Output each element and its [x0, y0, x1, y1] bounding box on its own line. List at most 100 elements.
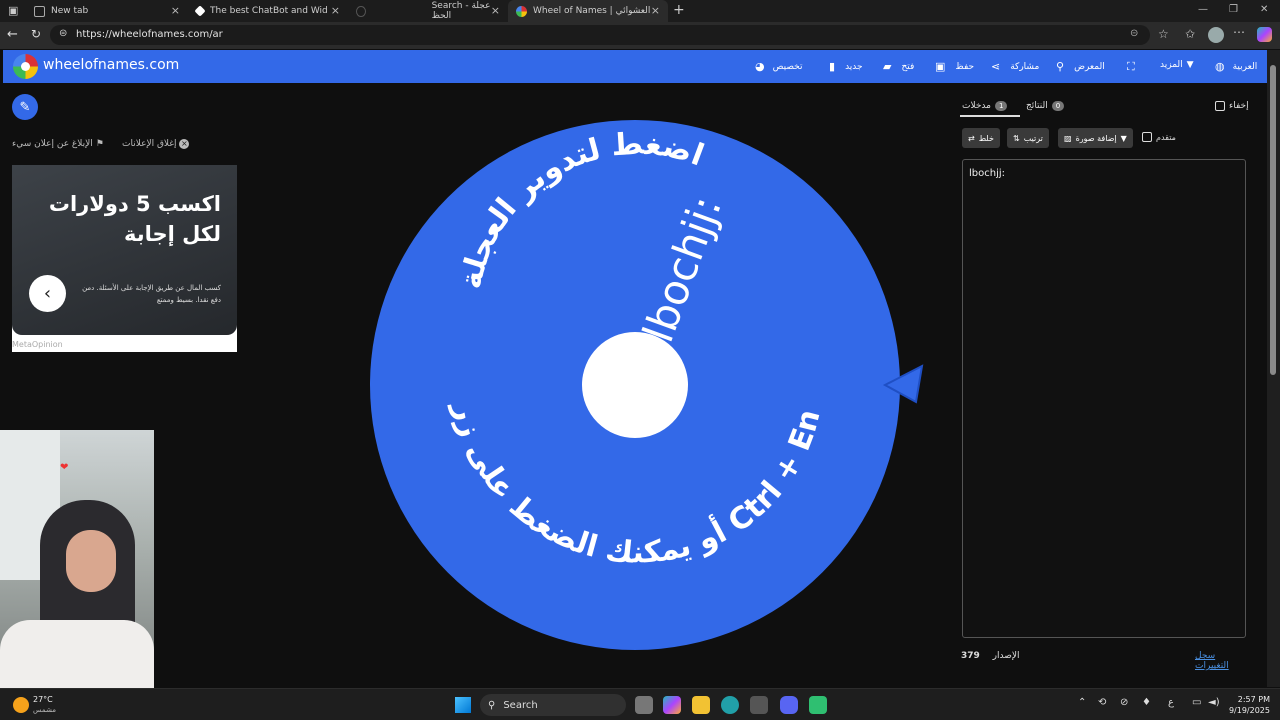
tab-chatbot[interactable]: The best ChatBot and Widgets fo × — [188, 0, 348, 22]
close-icon[interactable]: × — [651, 4, 660, 17]
ad-title: اكسب 5 دولارات لكل إجابة — [48, 192, 221, 246]
tray-sync-icon[interactable]: ⟲ — [1098, 697, 1106, 708]
site-info-icon[interactable]: ⊜ — [59, 28, 67, 39]
caret-down-icon: ▼ — [1186, 60, 1194, 70]
minimize-icon[interactable]: — — [1198, 4, 1208, 15]
new-button[interactable]: ▮ جديد — [829, 60, 863, 73]
person-face — [66, 530, 116, 592]
version-info: 379 الإصدار — [961, 651, 1020, 661]
restore-icon[interactable]: ❐ — [1229, 4, 1238, 15]
more-menu-button[interactable]: المزيد ▼ — [1160, 60, 1194, 70]
weather-temp[interactable]: 27°C — [33, 695, 53, 704]
scrollbar-thumb[interactable] — [1270, 65, 1276, 375]
new-tab-button[interactable]: + — [673, 2, 685, 18]
start-windows-icon[interactable] — [455, 697, 471, 713]
ad-body: كسب المال عن طريق الإجابة على الأسئلة. د… — [82, 284, 221, 304]
add-image-button[interactable]: ▨ إضافة صورة ▼ — [1058, 128, 1133, 148]
shuffle-button[interactable]: ⇄ خلط — [962, 128, 1000, 148]
android-app-icon[interactable] — [809, 696, 827, 714]
store-icon[interactable] — [750, 696, 768, 714]
entries-textarea[interactable]: lbochjj: — [962, 159, 1246, 638]
language-button[interactable]: ◍ العربية — [1215, 60, 1257, 73]
tab-title: Wheel of Names | الاسم العشوائي — [533, 6, 653, 16]
folder-icon: ▰ — [883, 60, 892, 73]
wheel-center[interactable] — [582, 332, 688, 438]
more-options-icon[interactable]: ⋯ — [1233, 25, 1245, 39]
wheel-logo-icon[interactable] — [13, 54, 38, 79]
report-ad-link[interactable]: ⚑ الإبلاغ عن إعلان سيء — [12, 139, 104, 149]
tray-mic-icon[interactable]: ♦ — [1142, 697, 1151, 708]
windows-taskbar: 27°C مشمس ⚲ Search ⌃ ⟲ ⊘ ♦ ع ▭ ◄) 2:57 P… — [0, 688, 1280, 720]
tab-actions-icon[interactable]: ▣ — [8, 4, 18, 17]
page-scrollbar[interactable] — [1267, 50, 1280, 687]
input-language[interactable]: ع — [1168, 697, 1174, 708]
ad-banner[interactable]: اكسب 5 دولارات لكل إجابة كسب المال عن طر… — [12, 165, 237, 352]
discord-icon[interactable] — [780, 696, 798, 714]
tab-new-tab[interactable]: New tab × — [26, 0, 188, 22]
shuffle-icon: ⇄ — [968, 133, 975, 143]
taskbar-clock[interactable]: 2:57 PM 9/19/2025 — [1225, 694, 1270, 716]
site-name[interactable]: wheelofnames.com — [43, 57, 179, 73]
tab-search[interactable]: Search - عجلة الحظ × — [348, 0, 508, 22]
edit-pencil-button[interactable]: ✎ — [12, 94, 38, 120]
task-view-icon[interactable] — [635, 696, 653, 714]
tray-display-icon[interactable]: ▭ — [1192, 697, 1201, 708]
results-count-badge: 0 — [1051, 101, 1065, 111]
hide-toggle[interactable]: إخفاء — [1215, 96, 1249, 116]
tab-wheel-of-names[interactable]: Wheel of Names | الاسم العشوائي × — [508, 0, 668, 22]
active-tab-indicator — [960, 115, 1020, 117]
advanced-toggle[interactable]: متقدم — [1142, 132, 1176, 142]
chatbot-favicon-icon — [194, 5, 206, 17]
fullscreen-icon[interactable]: ⛶ — [1127, 60, 1135, 74]
back-icon[interactable]: ← — [7, 27, 18, 42]
close-icon[interactable]: × — [171, 4, 180, 17]
tab-results[interactable]: النتائج 0 — [1026, 96, 1065, 116]
close-icon[interactable]: × — [331, 4, 340, 17]
copilot-taskbar-icon[interactable] — [663, 696, 681, 714]
copilot-icon[interactable] — [1257, 27, 1272, 42]
address-bar[interactable]: ⊜ https://wheelofnames.com/ar ⊝ — [50, 25, 1150, 45]
taskbar-search[interactable]: ⚲ Search — [480, 694, 626, 716]
entries-count-badge: 1 — [994, 101, 1008, 111]
tray-volume-icon[interactable]: ◄) — [1208, 697, 1220, 708]
tab-entries[interactable]: مدخلات 1 — [962, 96, 1008, 116]
profile-avatar[interactable] — [1208, 27, 1224, 43]
share-button[interactable]: ⋖ مشاركة — [991, 60, 1039, 73]
search-favicon-icon — [356, 5, 366, 17]
wheel-favicon-icon — [516, 5, 527, 17]
person-jacket — [0, 620, 154, 688]
ad-arrow-button[interactable]: ‹ — [29, 275, 66, 312]
globe-icon: ◍ — [1215, 60, 1225, 73]
tab-title: New tab — [51, 6, 89, 16]
chevron-left-icon: ‹ — [43, 283, 52, 304]
entry-line: lbochjj: — [969, 168, 1006, 179]
gallery-button[interactable]: ⚲ المعرض — [1056, 60, 1105, 73]
customize-button[interactable]: ◕ تخصيص — [755, 60, 802, 73]
weather-desc: مشمس — [33, 706, 56, 714]
save-button[interactable]: ▣ حفظ — [935, 60, 974, 73]
tab-title: Search - عجلة الحظ — [431, 1, 491, 21]
tray-chevron-up-icon[interactable]: ⌃ — [1078, 697, 1086, 708]
refresh-icon[interactable]: ↻ — [31, 27, 41, 41]
file-explorer-icon[interactable] — [692, 696, 710, 714]
caret-down-icon: ▼ — [1120, 133, 1127, 143]
close-ads-link[interactable]: × إغلاق الإعلانات — [122, 139, 190, 149]
wheel[interactable]: lbochjj: اضغط لتدوير العجلة أو يمكنك الض… — [360, 110, 930, 660]
changelog-link[interactable]: سجل التغييرات — [1195, 651, 1247, 671]
browser-tab-strip: ▣ New tab × The best ChatBot and Widgets… — [0, 0, 1280, 22]
favorites-icon[interactable]: ✩ — [1185, 27, 1195, 41]
edge-browser-icon[interactable] — [721, 696, 739, 714]
reader-icon[interactable]: ⊝ — [1130, 28, 1138, 39]
tray-network-off-icon[interactable]: ⊘ — [1120, 697, 1128, 708]
close-icon[interactable]: × — [491, 4, 500, 17]
advanced-checkbox[interactable] — [1142, 132, 1152, 142]
panel-toolbar: ⇄ خلط ⇅ ترتيب ▨ إضافة صورة ▼ متقدم — [960, 128, 1250, 148]
hide-checkbox[interactable] — [1215, 101, 1225, 111]
search-icon: ⚲ — [488, 699, 496, 711]
weather-sun-icon[interactable] — [13, 697, 29, 713]
favorite-star-icon[interactable]: ☆ — [1158, 27, 1169, 41]
sort-button[interactable]: ⇅ ترتيب — [1007, 128, 1049, 148]
ad-card: اكسب 5 دولارات لكل إجابة كسب المال عن طر… — [12, 165, 237, 335]
close-window-icon[interactable]: ✕ — [1260, 4, 1268, 15]
open-button[interactable]: ▰ فتح — [883, 60, 914, 73]
